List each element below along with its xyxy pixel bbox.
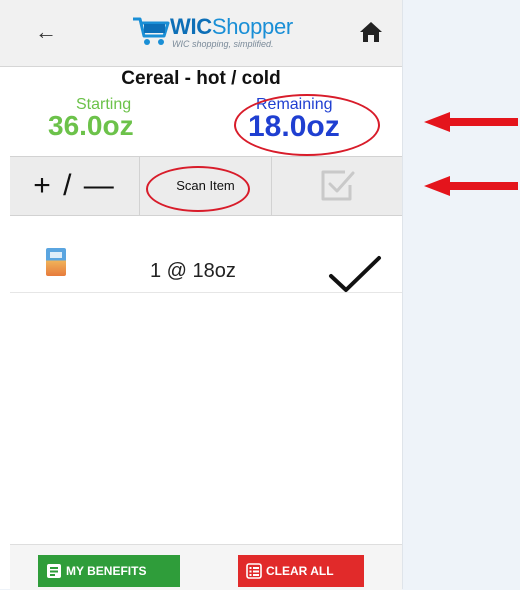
checkbox-icon — [321, 170, 355, 201]
item-quantity: 1 @ 18oz — [150, 260, 236, 282]
phone-screen: ← WICShopper WIC shopping, simplified. C… — [0, 0, 402, 590]
starting-value: 36.0oz — [48, 110, 134, 141]
my-benefits-label: MY BENEFITS — [66, 564, 147, 578]
my-benefits-button[interactable]: MY BENEFITS — [38, 555, 180, 587]
footer-bar: MY BENEFITS CLEAR ALL — [10, 544, 402, 590]
annotation-arrow-remaining — [424, 112, 518, 132]
annotation-arrow-toolbar — [424, 176, 518, 196]
app-name-rest: Shopper — [211, 14, 293, 39]
confirm-button[interactable] — [272, 157, 402, 215]
remaining-annotation-circle — [234, 94, 380, 156]
document-icon — [47, 564, 61, 578]
arrow-left-icon: ← — [35, 19, 57, 44]
clear-all-button[interactable]: CLEAR ALL — [238, 555, 364, 587]
app-header: ← WICShopper WIC shopping, simplified. — [0, 0, 402, 67]
cereal-product-image — [46, 248, 66, 276]
app-name: WICShopper — [170, 14, 293, 40]
clear-all-label: CLEAR ALL — [266, 564, 334, 578]
app-tagline: WIC shopping, simplified. — [172, 39, 274, 49]
list-item[interactable]: 1 @ 18oz — [10, 234, 402, 293]
adjust-quantity-button[interactable]: + / — — [10, 157, 140, 215]
checkmark-icon — [329, 256, 381, 292]
cart-icon — [133, 17, 170, 45]
app-name-bold: WIC — [170, 14, 212, 39]
category-title: Cereal - hot / cold — [121, 68, 281, 89]
adjust-label: + / — — [33, 169, 116, 202]
home-icon[interactable] — [358, 19, 384, 45]
app-logo: WICShopper WIC shopping, simplified. — [132, 14, 312, 54]
list-icon — [246, 563, 262, 579]
scan-annotation-circle — [146, 166, 250, 212]
back-button[interactable]: ← — [30, 18, 62, 46]
